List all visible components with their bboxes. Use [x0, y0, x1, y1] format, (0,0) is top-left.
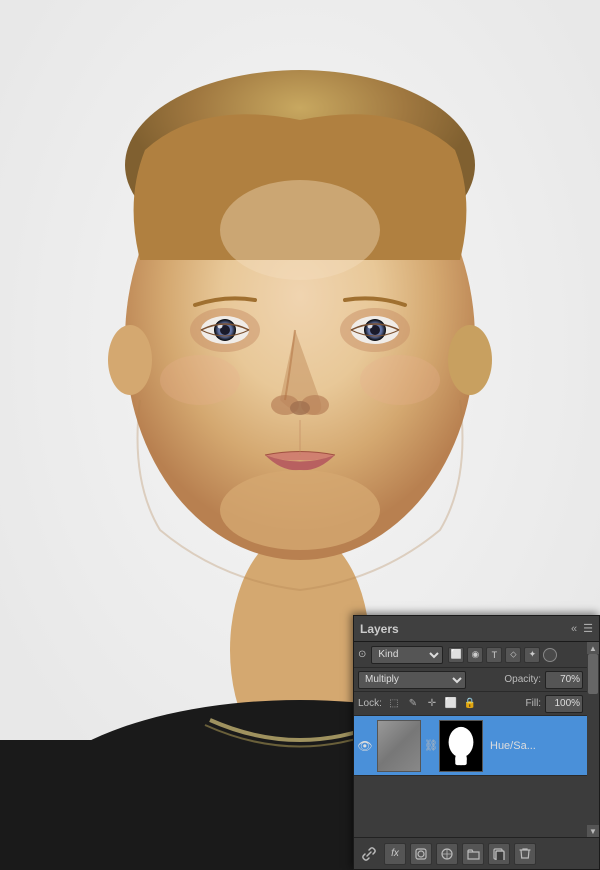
filter-shape-icon[interactable]: ⬦ [505, 647, 521, 663]
filter-smart-icon[interactable]: ✦ [524, 647, 540, 663]
lock-label: Lock: [358, 698, 382, 709]
panel-header: Layers « ☰ [354, 616, 599, 642]
layer-thumbnail-inner [378, 721, 420, 771]
lock-all-btn[interactable]: 🔒 [462, 696, 478, 712]
new-group-btn[interactable] [462, 843, 484, 865]
lock-icons: ⬚ ✎ ✛ ⬜ 🔒 [386, 696, 478, 712]
panel-toolbar: fx [354, 837, 599, 869]
layer-chain-icon[interactable]: ⛓ [424, 739, 436, 752]
scroll-down-arrow[interactable]: ▼ [587, 825, 599, 837]
opacity-label: Opacity: [504, 674, 541, 685]
opacity-input[interactable] [545, 671, 583, 689]
blend-mode-select[interactable]: Multiply [358, 671, 466, 689]
lock-position-btn[interactable]: ✛ [424, 696, 440, 712]
lock-image-btn[interactable]: ✎ [405, 696, 421, 712]
panel-title: Layers [360, 622, 399, 636]
new-fill-adjustment-btn[interactable] [436, 843, 458, 865]
filter-type-icon[interactable]: T [486, 647, 502, 663]
filter-circle-toggle[interactable] [543, 648, 557, 662]
blend-mode-row: Multiply Opacity: ▼ [354, 668, 599, 692]
add-mask-btn[interactable] [410, 843, 432, 865]
scroll-track[interactable] [587, 654, 599, 825]
panel-menu-icon[interactable]: ☰ [583, 622, 593, 635]
layers-panel: Layers « ☰ ⊙ Kind ⬜ ◉ T ⬦ ✦ Multiply Opa… [353, 615, 600, 870]
filter-pixel-icon[interactable]: ⬜ [448, 647, 464, 663]
new-layer-btn[interactable] [488, 843, 510, 865]
scroll-up-arrow[interactable]: ▲ [587, 642, 599, 654]
collapse-icon[interactable]: « [571, 623, 577, 635]
fx-btn[interactable]: fx [384, 843, 406, 865]
filter-adjust-icon[interactable]: ◉ [467, 647, 483, 663]
scroll-bar: ▲ ▼ [587, 642, 599, 837]
layer-mask-thumbnail [439, 720, 483, 772]
lock-row: Lock: ⬚ ✎ ✛ ⬜ 🔒 Fill: ▼ [354, 692, 599, 716]
filter-icons: ⬜ ◉ T ⬦ ✦ [448, 647, 540, 663]
filter-kind-label: ⊙ [358, 649, 366, 660]
lock-transparent-btn[interactable]: ⬚ [386, 696, 402, 712]
layer-name-label: Hue/Sa... [486, 740, 597, 752]
panel-header-icons: « ☰ [571, 622, 593, 635]
scroll-thumb[interactable] [588, 654, 598, 694]
lock-artboard-btn[interactable]: ⬜ [443, 696, 459, 712]
layer-thumbnail-main [377, 720, 421, 772]
filter-row: ⊙ Kind ⬜ ◉ T ⬦ ✦ [354, 642, 599, 668]
layer-visibility-eye[interactable]: 👁 [356, 739, 374, 753]
filter-kind-select[interactable]: Kind [371, 646, 443, 664]
delete-layer-btn[interactable] [514, 843, 536, 865]
fill-label: Fill: [526, 698, 542, 709]
fill-input[interactable] [545, 695, 583, 713]
link-layers-btn[interactable] [358, 843, 380, 865]
layer-row[interactable]: 👁 ⛓ Hue/Sa... [354, 716, 599, 776]
